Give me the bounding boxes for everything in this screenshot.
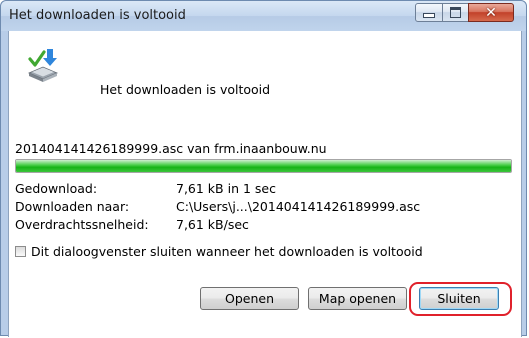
detail-value: C:\Users\j...\201404141426189999.asc [176,199,421,214]
download-complete-icon [27,49,59,82]
checkbox-label: Dit dialoogvenster sluiten wanneer het d… [31,244,423,259]
window-title: Het downloaden is voltooid [9,8,186,23]
title-bar[interactable]: Het downloaden is voltooid ✕ [1,1,526,31]
headline-text: Het downloaden is voltooid [100,82,271,97]
download-progress-bar [15,159,512,173]
dialog-content: Het downloaden is voltooid 2014041414261… [8,31,522,337]
detail-label: Overdrachtssnelheid: [15,217,149,232]
progress-fill [16,160,511,172]
close-when-done-option[interactable]: Dit dialoogvenster sluiten wanneer het d… [15,244,423,259]
detail-label: Downloaden naar: [15,199,130,214]
detail-value: 7,61 kB/sec [176,217,249,232]
maximize-button[interactable] [442,3,469,22]
open-button[interactable]: Openen [200,287,299,310]
minimize-icon [423,13,435,18]
maximize-icon [450,7,461,18]
open-folder-button[interactable]: Map openen [308,287,407,310]
download-dialog-window: Het downloaden is voltooid ✕ Het downloa… [0,0,527,337]
detail-value: 7,61 kB in 1 sec [176,181,276,196]
close-icon: ✕ [485,4,497,21]
close-window-button[interactable]: ✕ [468,3,514,22]
file-source-line: 201404141426189999.asc van frm.inaanbouw… [15,141,327,156]
close-when-done-checkbox[interactable] [15,246,26,257]
minimize-button[interactable] [415,3,443,22]
detail-label: Gedownload: [15,181,98,196]
close-button[interactable]: Sluiten [419,287,499,310]
